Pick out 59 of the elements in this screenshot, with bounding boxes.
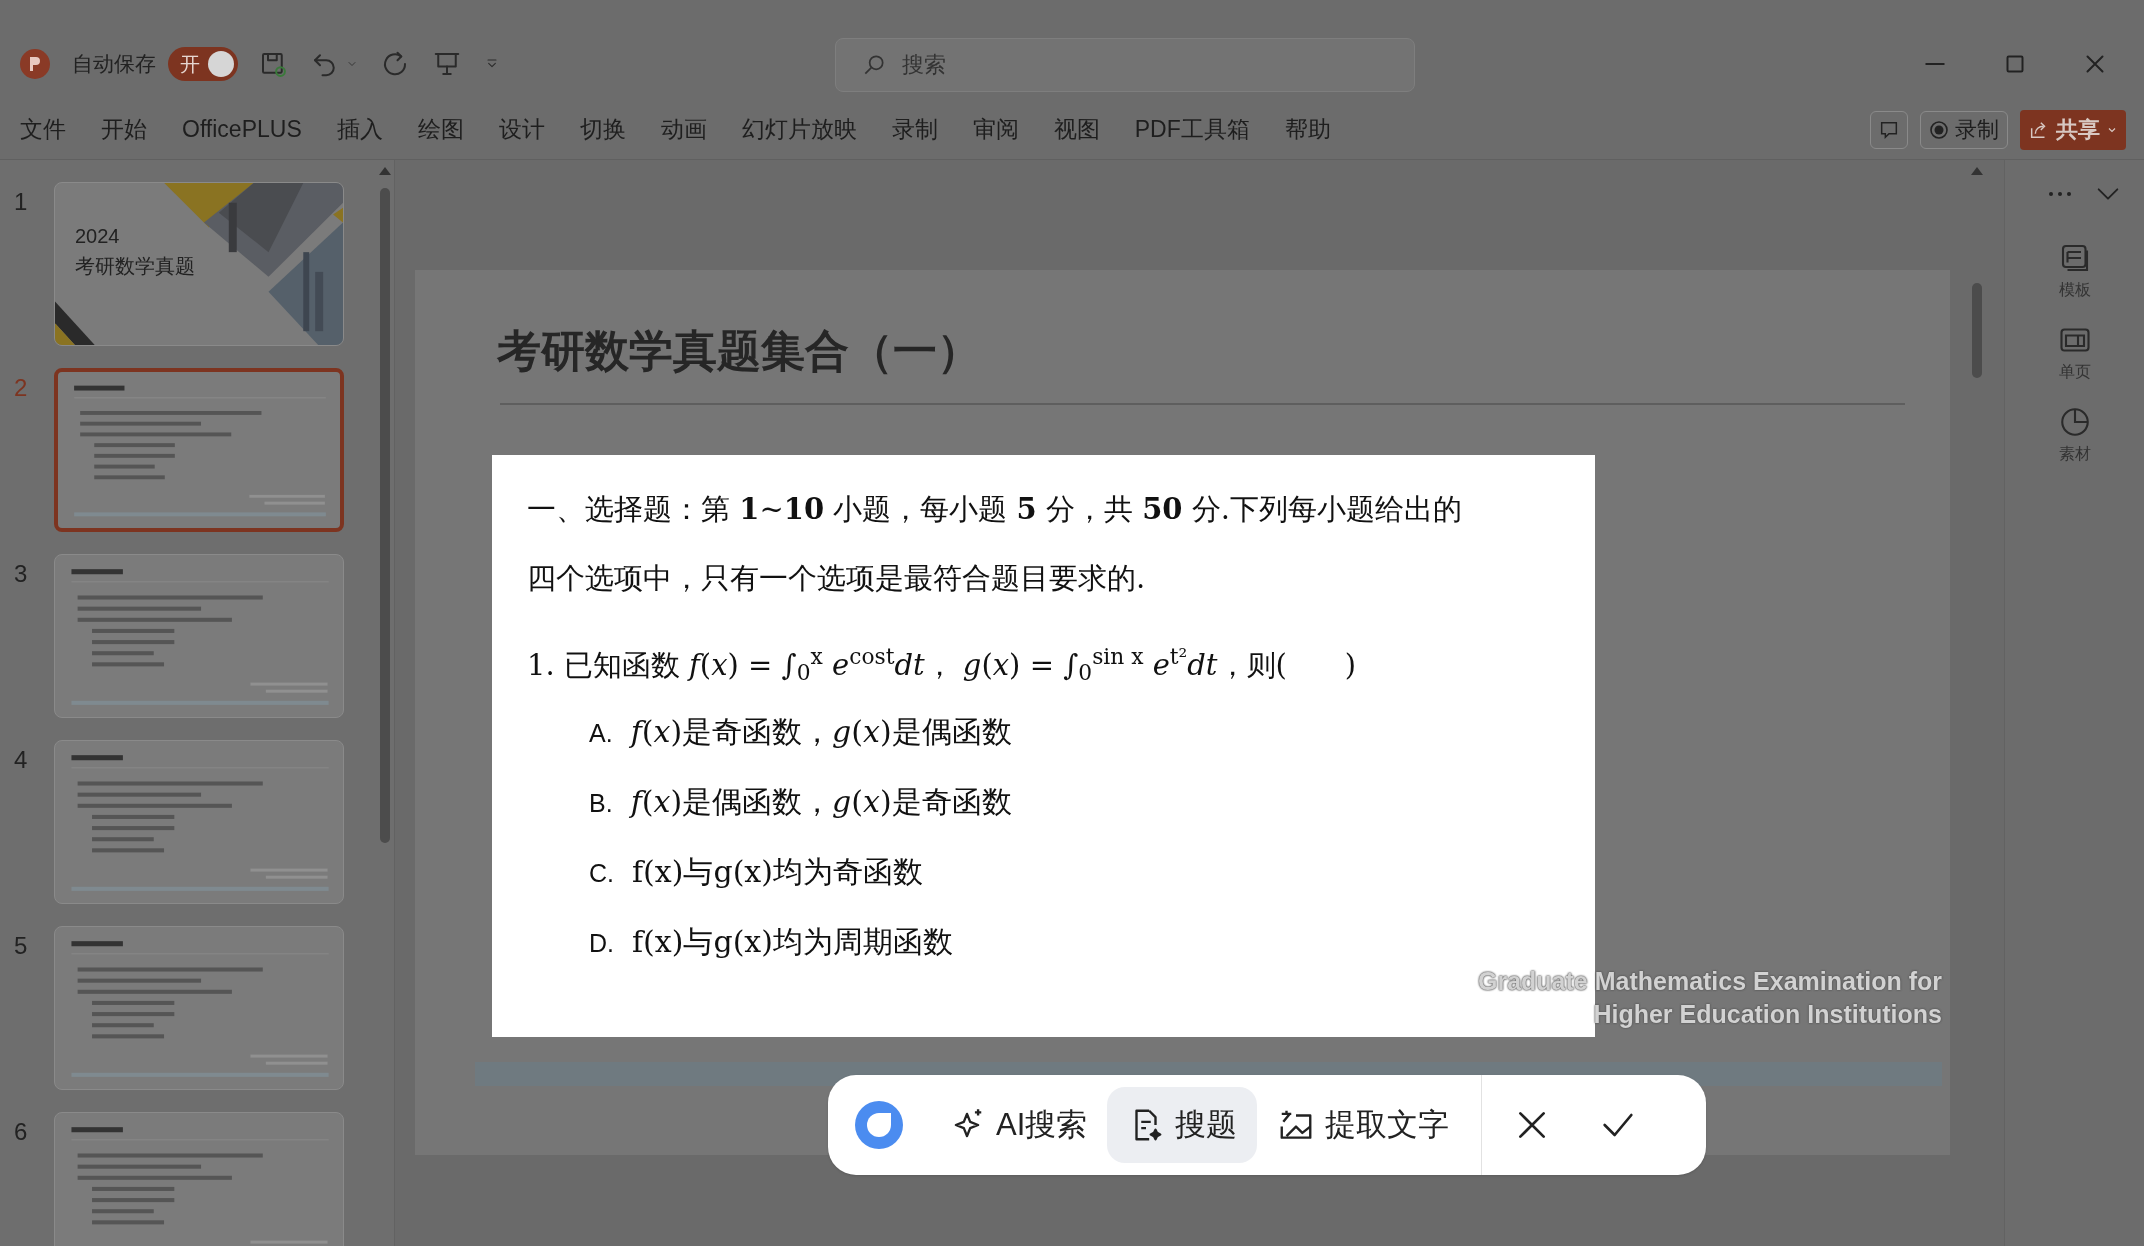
option-letter: C. (589, 858, 614, 889)
scrollbar-thumb[interactable] (1972, 283, 1982, 378)
slide-number: 6 (14, 1117, 29, 1147)
slide-thumbnail[interactable] (54, 1112, 344, 1246)
slide-title: 考研数学真题集合（一） (497, 325, 981, 377)
option-text: f(x)与g(x)均为奇函数 (632, 853, 923, 891)
option-letter: B. (589, 788, 613, 819)
footer-text: Higher Education Institutions (1593, 999, 1942, 1030)
more-icon[interactable] (2047, 191, 2072, 197)
option-text: f(x)与g(x)均为周期函数 (632, 923, 953, 961)
slide-thumbnail[interactable]: 2024 考研数学真题 (54, 182, 344, 346)
share-button[interactable]: 共享 (2020, 109, 2126, 150)
menu-tab[interactable]: 幻灯片放映 (739, 112, 859, 147)
menu-tab[interactable]: 动画 (658, 112, 709, 147)
side-panel-button[interactable]: 模板 (2056, 240, 2093, 302)
thumbnail-title: 考研数学真题 (75, 254, 195, 279)
slide-number: 5 (14, 931, 29, 961)
side-panel-button[interactable]: 单页 (2056, 322, 2093, 384)
menu-tab[interactable]: 切换 (577, 112, 628, 147)
option-letter: A. (589, 718, 613, 749)
option-text: f(x)是奇函数，g(x)是偶函数 (630, 713, 1012, 751)
app-logo-icon (854, 1100, 904, 1150)
scroll-up-icon[interactable] (378, 166, 392, 176)
slide-number: 3 (14, 559, 29, 589)
menu-tab[interactable]: 视图 (1051, 112, 1102, 147)
scroll-up-icon[interactable] (1970, 166, 1984, 176)
slide-thumbnail[interactable] (54, 926, 344, 1090)
slide-thumbnail[interactable] (54, 554, 344, 718)
slide-number: 4 (14, 745, 29, 775)
footer-text: Graduate Mathematics Examination for (1478, 966, 1942, 997)
scrollbar-thumb[interactable] (380, 188, 390, 843)
menu-tab[interactable]: 设计 (496, 112, 547, 147)
question-instructions: 一、选择题：第 1~10 小题，每小题 5 分，共 50 分.下列每小题给出的四个选项中，只有一个选项是最符合题目要求的. (527, 491, 1463, 597)
menu-tab[interactable]: 录制 (889, 112, 940, 147)
menu-tab[interactable]: PDF工具箱 (1132, 112, 1252, 147)
comment-button[interactable] (1870, 110, 1908, 149)
slide-number: 1 (14, 187, 29, 217)
search-field[interactable]: 搜索 (835, 38, 1415, 92)
autosave-toggle[interactable]: 开 (168, 47, 238, 81)
app-logo-icon (20, 49, 50, 79)
slide-thumbnail[interactable] (54, 368, 344, 532)
option-text: f(x)是偶函数，g(x)是奇函数 (630, 783, 1012, 821)
question-text: 1. 已知函数 f(x) = ∫$_{0}$$^{x}$ e$^{cost}$dt， g(x) = ∫$_{0}$$^{sin x}$ e$^{t²}$dt，则( ) (527, 643, 1358, 688)
record-icon (1929, 119, 1949, 140)
menu-tab[interactable]: 开始 (99, 112, 149, 147)
slide-number: 2 (14, 373, 29, 403)
menu-tab[interactable]: 插入 (334, 112, 385, 147)
side-panel-button[interactable]: 素材 (2056, 404, 2093, 466)
menu-tab[interactable]: 文件 (18, 112, 68, 147)
record-button[interactable]: 录制 (1920, 110, 2008, 149)
menu-tab[interactable]: 绘图 (415, 112, 466, 147)
menu-tab[interactable]: 审阅 (970, 112, 1021, 147)
menu-tab[interactable]: OfficePLUS (180, 112, 304, 147)
menu-tab[interactable]: 帮助 (1282, 112, 1333, 147)
thumbnail-title: 2024 (75, 224, 121, 249)
slide-thumbnail[interactable] (54, 740, 344, 904)
autosave-label: 自动保存 (72, 51, 156, 78)
toolbar-button[interactable]: 搜题 (1107, 1087, 1258, 1163)
option-letter: D. (589, 928, 614, 959)
